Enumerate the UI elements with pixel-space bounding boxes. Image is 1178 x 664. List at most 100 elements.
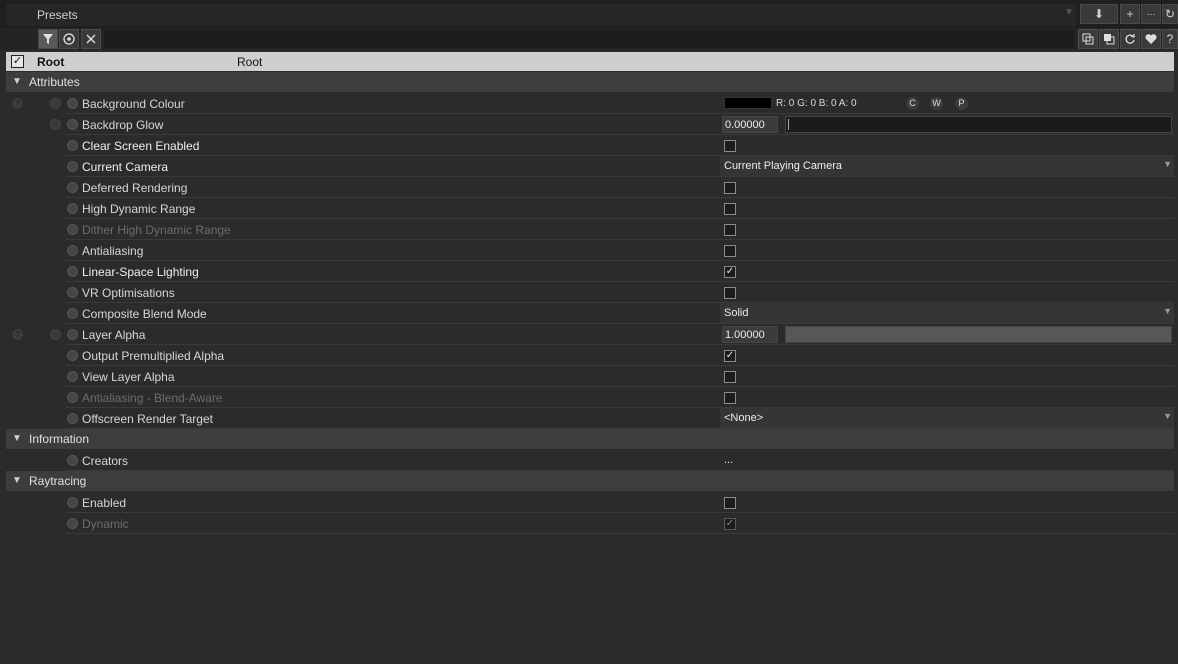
dither-hdr-checkbox[interactable] <box>724 224 736 236</box>
keyframe-dot-icon[interactable] <box>67 392 78 403</box>
copy-icon <box>1082 33 1094 45</box>
attr-label: Backdrop Glow <box>82 118 164 132</box>
animate-icon[interactable] <box>50 98 61 109</box>
deferred-rendering-checkbox[interactable] <box>724 182 736 194</box>
colour-c-button[interactable]: C <box>906 97 919 110</box>
select-value: <None> <box>724 412 764 424</box>
layer-alpha-slider[interactable] <box>785 326 1172 343</box>
keyframe-dot-icon[interactable] <box>67 350 78 361</box>
clear-screen-checkbox[interactable] <box>724 140 736 152</box>
output-premult-checkbox[interactable]: ✓ <box>724 350 736 362</box>
keyframe-dot-icon[interactable] <box>67 161 78 172</box>
reset-button[interactable] <box>1120 29 1140 49</box>
attr-label: Offscreen Render Target <box>82 412 213 426</box>
attr-label: Clear Screen Enabled <box>82 139 200 153</box>
favorite-icon <box>1145 34 1157 44</box>
attr-label: Background Colour <box>82 97 185 111</box>
refresh-button[interactable]: ↻ <box>1162 4 1178 24</box>
select-value: Current Playing Camera <box>724 160 842 172</box>
backdrop-glow-input[interactable]: 0.00000 <box>722 116 778 133</box>
section-attributes[interactable]: ▼ Attributes <box>6 72 1174 92</box>
presets-dropdown[interactable]: Presets <box>6 4 1076 26</box>
help-icon[interactable]: ? <box>12 329 23 340</box>
row-divider <box>66 533 1174 534</box>
ray-row-dynamic: Dynamic ✓ <box>6 513 1174 534</box>
presets-title: Presets <box>37 8 78 22</box>
section-raytracing[interactable]: ▼ Raytracing <box>6 471 1174 491</box>
colour-w-button[interactable]: W <box>930 97 943 110</box>
info-row-creators: Creators ... <box>6 450 1174 471</box>
keyframe-dot-icon[interactable] <box>67 98 78 109</box>
attr-row-vr: VR Optimisations <box>6 282 1174 303</box>
keyframe-dot-icon[interactable] <box>67 518 78 529</box>
section-title: Attributes <box>29 75 80 89</box>
filter-input[interactable] <box>104 30 1074 48</box>
animate-icon[interactable] <box>50 119 61 130</box>
colour-swatch[interactable] <box>724 97 772 109</box>
attr-row-layer-alpha: ? Layer Alpha 1.00000 <box>6 324 1174 345</box>
target-button[interactable] <box>59 29 79 49</box>
current-camera-select[interactable]: Current Playing Camera ▼ <box>720 156 1174 177</box>
keyframe-dot-icon[interactable] <box>67 140 78 151</box>
attr-label: Output Premultiplied Alpha <box>82 349 225 363</box>
keyframe-dot-icon[interactable] <box>67 497 78 508</box>
collapse-arrow-icon: ▼ <box>12 433 22 444</box>
attr-row-antialiasing: Antialiasing <box>6 240 1174 261</box>
keyframe-dot-icon[interactable] <box>67 245 78 256</box>
antialiasing-checkbox[interactable] <box>724 245 736 257</box>
raytracing-dynamic-checkbox[interactable]: ✓ <box>724 518 736 530</box>
slider-fill <box>786 327 1171 342</box>
backdrop-glow-slider[interactable] <box>785 116 1172 133</box>
hdr-checkbox[interactable] <box>724 203 736 215</box>
attr-label: Enabled <box>82 496 127 510</box>
layer-alpha-input[interactable]: 1.00000 <box>722 326 778 343</box>
creators-value[interactable]: ... <box>724 454 733 466</box>
attr-label: Antialiasing - Blend-Aware <box>82 391 223 405</box>
keyframe-dot-icon[interactable] <box>67 119 78 130</box>
paste-button[interactable] <box>1099 29 1119 49</box>
view-layer-alpha-checkbox[interactable] <box>724 371 736 383</box>
keyframe-dot-icon[interactable] <box>67 266 78 277</box>
more-options-button[interactable]: ··· <box>1141 4 1161 24</box>
linear-space-checkbox[interactable]: ✓ <box>724 266 736 278</box>
root-enabled-checkbox[interactable]: ✓ <box>11 55 24 68</box>
keyframe-dot-icon[interactable] <box>67 413 78 424</box>
vr-optimisations-checkbox[interactable] <box>724 287 736 299</box>
download-preset-button[interactable]: ⬇ <box>1080 4 1118 24</box>
attr-label: Antialiasing <box>82 244 144 258</box>
keyframe-dot-icon[interactable] <box>67 182 78 193</box>
animate-icon[interactable] <box>50 329 61 340</box>
offscreen-target-select[interactable]: <None> ▼ <box>720 408 1174 429</box>
slider-handle[interactable] <box>788 119 789 130</box>
keyframe-dot-icon[interactable] <box>67 203 78 214</box>
presets-dropdown-icon[interactable]: ▼ <box>1062 6 1076 20</box>
composite-blend-select[interactable]: Solid ▼ <box>720 303 1174 324</box>
collapse-arrow-icon: ▼ <box>12 76 22 87</box>
keyframe-dot-icon[interactable] <box>67 308 78 319</box>
attr-label: Composite Blend Mode <box>82 307 207 321</box>
section-title: Information <box>29 432 90 446</box>
copy-button[interactable] <box>1078 29 1098 49</box>
attr-label: VR Optimisations <box>82 286 175 300</box>
aa-blend-aware-checkbox[interactable] <box>724 392 736 404</box>
raytracing-enabled-checkbox[interactable] <box>724 497 736 509</box>
filter-button[interactable] <box>38 29 58 49</box>
help-icon[interactable]: ? <box>12 98 23 109</box>
section-information[interactable]: ▼ Information <box>6 429 1174 449</box>
keyframe-dot-icon[interactable] <box>67 287 78 298</box>
chevron-down-icon: ▼ <box>1163 306 1172 316</box>
attr-label: Deferred Rendering <box>82 181 188 195</box>
keyframe-dot-icon[interactable] <box>67 371 78 382</box>
colour-p-button[interactable]: P <box>955 97 968 110</box>
keyframe-dot-icon[interactable] <box>67 224 78 235</box>
favorite-button[interactable] <box>1141 29 1161 49</box>
attr-label: Dither High Dynamic Range <box>82 223 231 237</box>
attr-row-aa-blend-aware: Antialiasing - Blend-Aware <box>6 387 1174 408</box>
clear-filter-button[interactable] <box>81 29 101 49</box>
attr-row-current-camera: Current Camera Current Playing Camera ▼ <box>6 156 1174 177</box>
keyframe-dot-icon[interactable] <box>67 455 78 466</box>
keyframe-dot-icon[interactable] <box>67 329 78 340</box>
add-preset-button[interactable]: + <box>1120 4 1140 24</box>
help-button[interactable]: ? <box>1162 29 1178 49</box>
collapse-arrow-icon: ▼ <box>12 475 22 486</box>
